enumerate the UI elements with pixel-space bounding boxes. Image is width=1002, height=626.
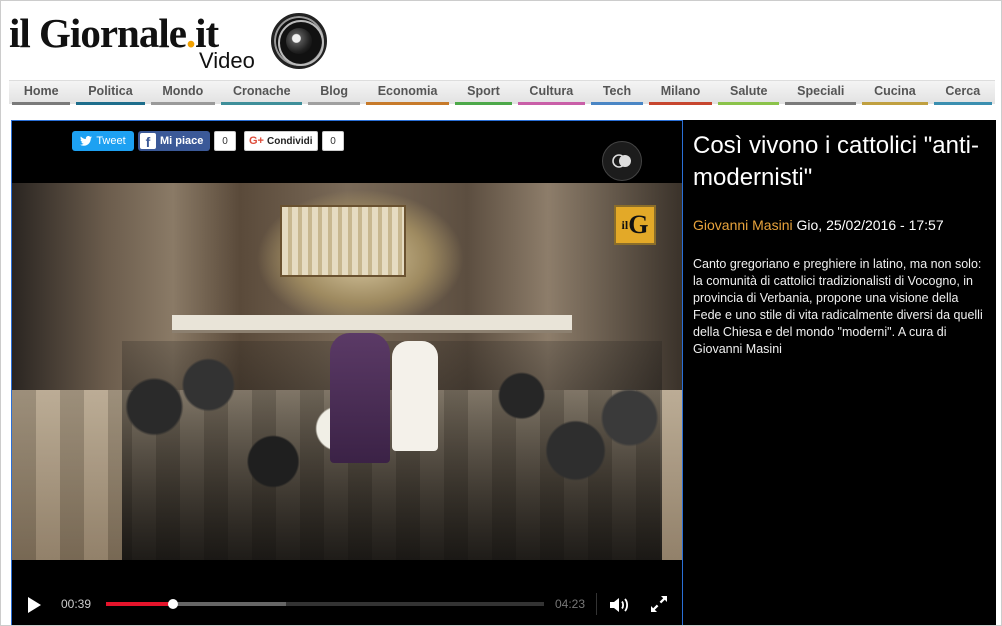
fullscreen-icon[interactable]: [650, 595, 668, 613]
nav-item-salute[interactable]: Salute: [715, 81, 782, 105]
nav-item-mondo[interactable]: Mondo: [148, 81, 219, 105]
article-description: Canto gregoriano e preghiere in latino, …: [693, 257, 983, 356]
facebook-icon: f: [140, 133, 156, 150]
eye-icon: [612, 154, 631, 168]
nav-item-cultura[interactable]: Cultura: [515, 81, 588, 105]
share-bar: Tweet f Mi piace 0 G+ Condividi 0: [72, 131, 348, 151]
google-plus-share-button[interactable]: G+ Condividi: [244, 131, 318, 151]
player-controls: 00:39 04:23: [12, 583, 682, 625]
article-date: Gio, 25/02/2016 - 17:57: [796, 217, 944, 233]
video-scene-altar: [280, 205, 406, 277]
share-label: Condividi: [266, 135, 313, 147]
logo-text: il Giornale.it: [9, 10, 219, 56]
nav-item-cerca[interactable]: Cerca: [931, 81, 995, 105]
article-title: Così vivono i cattolici "anti-modernisti…: [693, 132, 979, 191]
video-frame[interactable]: il G: [12, 183, 682, 560]
google-plus-icon: G+: [249, 135, 264, 147]
nav-item-milano[interactable]: Milano: [646, 81, 715, 105]
article-panel: Così vivono i cattolici "anti-modernisti…: [683, 120, 996, 625]
video-watermark-logo: il G: [614, 205, 656, 245]
nav-item-speciali[interactable]: Speciali: [782, 81, 859, 105]
camera-lens-icon: [271, 13, 327, 69]
tweet-label: Tweet: [96, 135, 126, 147]
logo-video-label: Video: [199, 48, 255, 73]
play-icon[interactable]: [28, 597, 41, 613]
tweet-button[interactable]: Tweet: [72, 131, 134, 151]
nav-item-economia[interactable]: Economia: [363, 81, 452, 105]
nav-item-tech[interactable]: Tech: [588, 81, 646, 105]
volume-icon[interactable]: [608, 595, 630, 615]
article-meta: Giovanni Masini Gio, 25/02/2016 - 17:57: [693, 216, 986, 234]
nav-item-home[interactable]: Home: [9, 81, 73, 105]
video-scene-altar-server: [392, 341, 438, 451]
video-scene-priest: [330, 333, 390, 463]
nav-item-blog[interactable]: Blog: [305, 81, 362, 105]
site-logo[interactable]: il Giornale.it Video: [9, 9, 339, 73]
share-count: 0: [322, 131, 344, 151]
like-count: 0: [214, 131, 236, 151]
video-scene-rail: [172, 315, 572, 333]
facebook-like-button[interactable]: f Mi piace: [138, 131, 210, 151]
like-label: Mi piace: [160, 135, 204, 147]
video-player[interactable]: Tweet f Mi piace 0 G+ Condividi 0 il G 0…: [11, 120, 683, 625]
twitter-icon: [80, 136, 93, 146]
seek-progress: [106, 602, 174, 606]
controls-divider: [596, 593, 597, 615]
nav-item-cucina[interactable]: Cucina: [859, 81, 930, 105]
nav-item-cronache[interactable]: Cronache: [218, 81, 305, 105]
article-author[interactable]: Giovanni Masini: [693, 217, 793, 233]
page: il Giornale.it Video Home Politica Mondo Cr…: [0, 0, 1002, 626]
main-nav: Home Politica Mondo Cronache Blog Economia Spo…: [9, 80, 995, 105]
duration: 04:23: [555, 597, 586, 611]
current-time: 00:39: [61, 597, 92, 611]
nav-item-sport[interactable]: Sport: [452, 81, 514, 105]
seek-bar[interactable]: [106, 599, 544, 609]
eye-toggle-button[interactable]: [602, 141, 642, 181]
seek-handle[interactable]: [168, 599, 179, 609]
nav-item-politica[interactable]: Politica: [73, 81, 147, 105]
